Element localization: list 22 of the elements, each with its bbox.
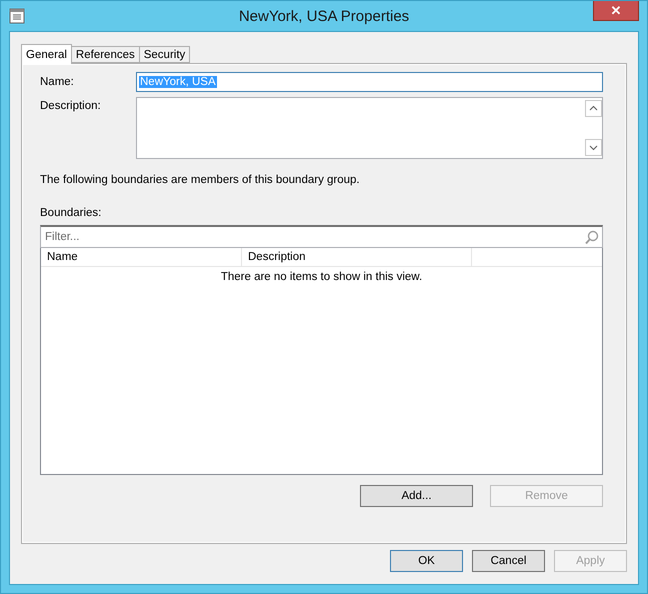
window-title: NewYork, USA Properties [238,8,410,24]
filter-field[interactable]: Filter... [40,225,603,248]
members-text: The following boundaries are members of this boundary group. [40,174,361,186]
description-label: Description: [40,100,102,112]
tab[interactable]: Security [138,46,190,63]
tab[interactable]: General [21,44,72,64]
add-button[interactable]: Add... [360,485,473,507]
column-header[interactable]: Description [242,248,472,266]
name-value: NewYork, USA [139,76,217,88]
scroll-up-icon[interactable] [585,100,602,117]
tab[interactable]: References [70,46,140,63]
scroll-down-icon[interactable] [585,139,602,156]
column-header[interactable]: Name [41,248,242,266]
ok-button[interactable]: OK [390,550,463,572]
close-button[interactable]: ✕ [593,1,639,21]
empty-message: There are no items to show in this view. [220,271,424,283]
cancel-button[interactable]: Cancel [472,550,545,572]
description-field[interactable] [136,97,603,159]
boundaries-label: Boundaries: [40,207,102,219]
name-label: Name: [40,76,75,88]
properties-icon [9,8,25,24]
search-icon [584,230,599,244]
